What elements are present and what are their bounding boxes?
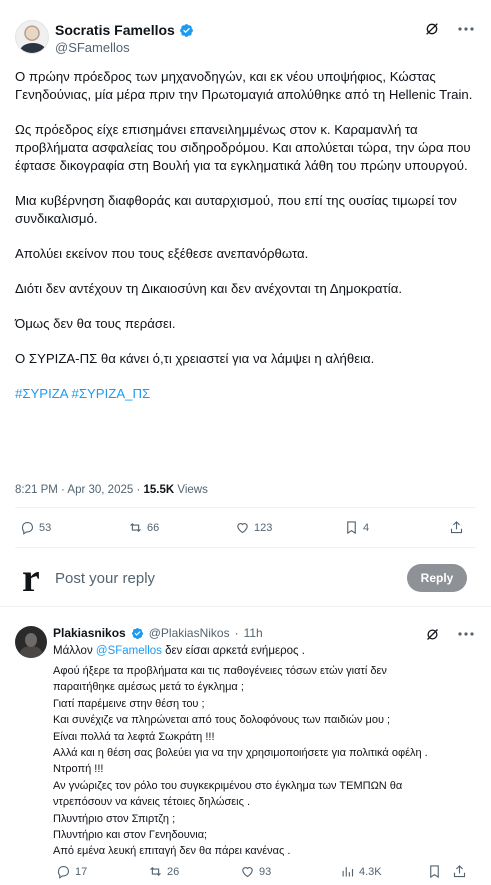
reply-submit-button[interactable]: Reply (407, 564, 467, 592)
reply-tweet[interactable]: Plakiasnikos @PlakiasNikos · 11h Μάλλον … (0, 612, 491, 885)
reply-text-start: Μάλλον (53, 645, 96, 657)
avatar[interactable] (15, 20, 49, 54)
tweet-paragraph: Διότι δεν αντέχουν τη Δικαιοσύνη και δεν… (15, 281, 402, 296)
reply-composer: r Post your reply Reply (0, 556, 491, 602)
tweet-timestamp[interactable]: 8:21 PM · Apr 30, 2025 · 15.5K Views (15, 484, 208, 496)
reply-button[interactable]: 17 (56, 864, 87, 879)
bookmark-count: 4 (363, 521, 370, 534)
main-tweet: Socratis Famellos @SFamellos Ο πρώην πρό… (0, 0, 491, 604)
verified-badge-icon (131, 627, 143, 639)
reply-author-row: Plakiasnikos @PlakiasNikos · 11h (53, 626, 263, 640)
tweet-paragraph: Απολύει εκείνον που τους εξέθεσε ανεπανό… (15, 246, 309, 261)
reply-text-line: Γιατί παρέμεινε στην θέση του ; (53, 697, 205, 710)
repost-count: 26 (167, 865, 180, 878)
timestamp-text[interactable]: 8:21 PM · Apr 30, 2025 · (15, 484, 144, 496)
author-name-row: Socratis Famellos (55, 22, 194, 38)
views-label: Views (174, 484, 208, 496)
tweet-text: Ο πρώην πρόεδρος των μηχανοδηγών, και εκ… (15, 68, 475, 420)
bookmark-button[interactable] (427, 864, 442, 879)
reply-text-line: Πλυντήριο και στον Γενηδουνια; (53, 829, 208, 842)
like-button[interactable]: 123 (235, 520, 272, 535)
share-button[interactable] (452, 864, 467, 879)
more-icon[interactable] (457, 625, 475, 643)
repost-icon (150, 866, 161, 877)
reply-input[interactable]: Post your reply (55, 570, 155, 587)
verified-badge-icon (179, 23, 193, 37)
tweet-paragraph: Όμως δεν θα τους περάσει. (15, 316, 176, 331)
views-count: 15.5K (143, 484, 175, 496)
bookmark-icon (347, 521, 356, 535)
reply-text-line: Αφού ήξερε τα προβλήματα και τις παθογέν… (53, 665, 387, 677)
bookmark-button[interactable]: 4 (344, 520, 369, 535)
like-icon (242, 867, 253, 878)
repost-icon (130, 522, 141, 533)
reply-first-line: Μάλλον @SFamellos δεν είσαι αρκετά ενήμε… (53, 645, 305, 657)
reply-text-line: Και συνέχιζε να πληρώνεται από τους δολο… (53, 714, 391, 727)
author-display-name[interactable]: Socratis Famellos (55, 22, 175, 38)
tweet-paragraph: Ο πρώην πρόεδρος των μηχανοδηγών, και εκ… (15, 69, 473, 102)
tweet-action-bar: 53 66 123 4 (0, 520, 491, 544)
reply-text-line: ντρεπόσουν να κάνεις τέτοιες δηλώσεις . (53, 796, 251, 809)
analytics-button[interactable]: 4.3K (340, 864, 382, 879)
avatar[interactable] (15, 626, 47, 658)
more-icon[interactable] (457, 20, 475, 38)
reply-text-line: Από εμένα λευκή επιταγή δεν θα πάρει καν… (53, 845, 291, 858)
tweet-paragraph: Μια κυβέρνηση διαφθοράς και αυταρχισμού,… (15, 193, 457, 226)
grok-icon[interactable] (423, 625, 441, 643)
tweet-paragraph: Ο ΣΥΡΙΖΑ-ΠΣ θα κάνει ό,τι χρειαστεί για … (15, 351, 375, 366)
mention-link[interactable]: @SFamellos (96, 645, 162, 657)
repost-button[interactable]: 66 (128, 520, 159, 535)
reply-action-bar: 17 26 93 4.3K (0, 864, 491, 882)
reply-timestamp[interactable]: 11h (244, 626, 263, 640)
share-button[interactable] (449, 520, 464, 535)
separator-dot: · (234, 626, 239, 640)
like-button[interactable]: 93 (240, 864, 271, 879)
like-count: 123 (254, 521, 273, 534)
reply-author-name[interactable]: Plakiasnikos (53, 626, 126, 640)
repost-count: 66 (147, 521, 160, 534)
tweet-top-actions (423, 20, 475, 38)
reply-text-line: Πλυντήριο στον Σπιρτζη ; (53, 812, 176, 825)
share-icon (453, 865, 466, 878)
share-icon (450, 521, 463, 534)
like-count: 93 (259, 865, 272, 878)
reply-text-end: δεν είσαι αρκετά ενήμερος . (161, 645, 305, 657)
divider (15, 547, 476, 548)
grok-icon[interactable] (423, 20, 441, 38)
analytics-icon (342, 867, 354, 877)
reply-text-line: Είναι πολλά τα λεφτά Σωκράτη !!! (53, 730, 215, 743)
tweet-paragraph: Ως πρόεδρος είχε επισημάνει επανειλημμέν… (15, 122, 471, 173)
reply-text-line: Αν γνώριζες τον ρόλο του συγκεκριμένου σ… (53, 779, 403, 792)
reply-count: 53 (39, 521, 52, 534)
views-count: 4.3K (359, 865, 382, 878)
reply-text-line: παραιτήθηκε αμέσως μετά το έγκλημα ; (53, 681, 244, 694)
reply-count: 17 (75, 865, 88, 878)
hashtag-links[interactable]: #ΣΥΡΙΖΑ #ΣΥΡΙΖΑ_ΠΣ (15, 385, 475, 403)
reply-text-line: Ντροπή !!! (53, 763, 104, 776)
reply-icon (21, 521, 33, 535)
reply-icon (57, 865, 69, 879)
reply-author-handle[interactable]: @PlakiasNikos (149, 626, 230, 640)
reply-text-line: Αλλά και η θέση σας βολεύει για να την χ… (53, 747, 428, 760)
repost-button[interactable]: 26 (148, 864, 179, 879)
divider (0, 606, 491, 607)
like-icon (237, 523, 248, 534)
reply-text: Αφού ήξερε τα προβλήματα και τις παθογέν… (53, 663, 483, 860)
divider (15, 507, 476, 508)
reply-button[interactable]: 53 (20, 520, 51, 535)
reply-top-actions (423, 625, 475, 643)
bookmark-icon (430, 865, 439, 879)
author-handle[interactable]: @SFamellos (55, 40, 130, 55)
composer-avatar[interactable]: r (22, 556, 40, 600)
